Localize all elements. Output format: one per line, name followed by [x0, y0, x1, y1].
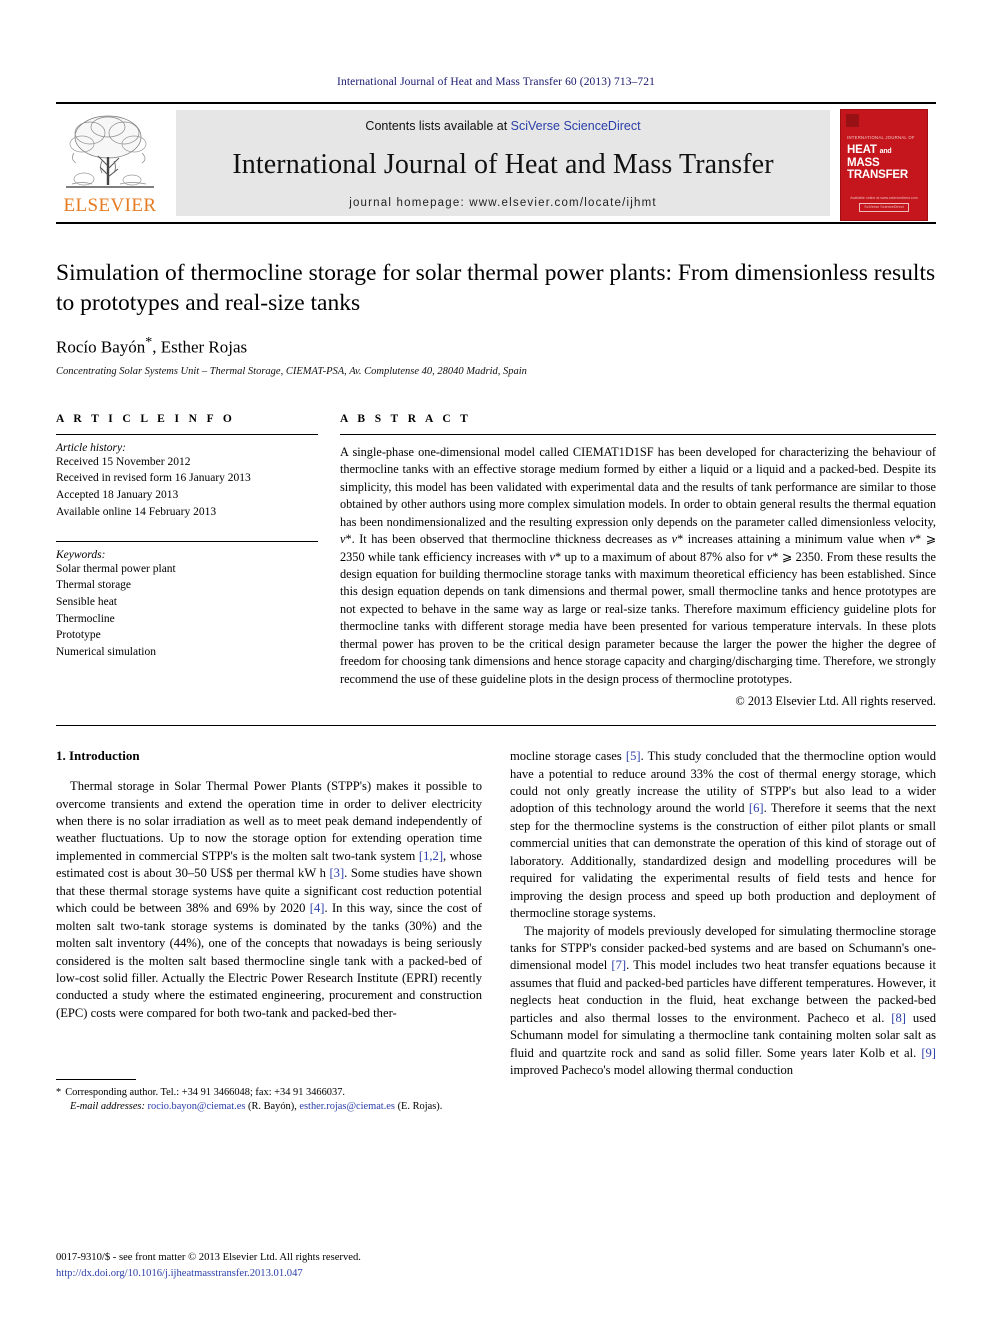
elsevier-logo: ELSEVIER	[56, 104, 164, 222]
info-abstract-row: A R T I C L E I N F O Article history: R…	[56, 413, 936, 709]
doi-link[interactable]: http://dx.doi.org/10.1016/j.ijheatmasstr…	[56, 1266, 476, 1282]
abstract-column: A B S T R A C T A single-phase one-dimen…	[340, 413, 936, 709]
running-head: International Journal of Heat and Mass T…	[337, 76, 655, 88]
cover-image: INTERNATIONAL JOURNAL OF HEAT and MASS T…	[840, 109, 928, 221]
footnote-rule	[56, 1078, 136, 1080]
dimensionless-velocity-symbol: v*	[340, 532, 352, 547]
keyword-item: Thermocline	[56, 612, 115, 625]
article-info-rule	[56, 433, 318, 435]
keyword-item: Numerical simulation	[56, 645, 156, 658]
email-label: E-mail addresses:	[70, 1100, 145, 1112]
page-footer: 0017-9310/$ - see front matter © 2013 El…	[56, 1250, 476, 1282]
contents-prefix: Contents lists available at	[365, 119, 511, 133]
cover-title-and: and	[879, 148, 892, 155]
cover-title: HEAT and MASS TRANSFER	[847, 144, 923, 182]
keywords-label: Keywords:	[56, 548, 106, 561]
citation-ref[interactable]: [1,2]	[419, 849, 443, 863]
body-columns: 1. Introduction Thermal storage in Solar…	[56, 748, 936, 1114]
cover-title-line3: TRANSFER	[847, 169, 909, 182]
abstract-rule	[340, 433, 936, 435]
dimensionless-velocity-symbol: v*	[671, 532, 684, 547]
history-online: Available online 14 February 2013	[56, 505, 217, 518]
citation-ref[interactable]: [6]	[749, 801, 764, 815]
cover-footer: Available online at www.sciencedirect.co…	[847, 196, 921, 212]
citation-ref[interactable]: [8]	[891, 1011, 906, 1025]
section-title-introduction: 1. Introduction	[56, 748, 140, 764]
email-note: E-mail addresses: rocio.bayon@ciemat.es …	[56, 1100, 482, 1114]
cover-title-line1: HEAT	[847, 144, 877, 156]
sciencedirect-link[interactable]: SciVerse ScienceDirect	[511, 119, 641, 133]
body-right-column: mocline storage cases [5]. This study co…	[510, 748, 936, 1114]
author-list: Rocío Bayón*, Esther Rojas	[56, 335, 936, 358]
cover-title-line2: MASS	[847, 156, 880, 169]
article-info-heading: A R T I C L E I N F O	[56, 412, 236, 425]
affiliation: Concentrating Solar Systems Unit – Therm…	[56, 365, 527, 377]
keywords-rule	[56, 540, 318, 542]
article-info-column: A R T I C L E I N F O Article history: R…	[56, 413, 318, 709]
dimensionless-velocity-symbol: v*	[909, 532, 922, 547]
journal-cover-thumbnail: INTERNATIONAL JOURNAL OF HEAT and MASS T…	[840, 104, 936, 222]
footnote-block: * Corresponding author. Tel.: +34 91 3466…	[56, 1078, 482, 1115]
article-history-label: Article history:	[56, 441, 126, 454]
citation-ref[interactable]: [5]	[626, 749, 641, 763]
keyword-item: Thermal storage	[56, 579, 132, 592]
abstract-text: A single-phase one-dimensional model cal…	[340, 444, 936, 686]
issn-copyright-line: 0017-9310/$ - see front matter © 2013 El…	[56, 1252, 361, 1264]
cover-elsevier-icon	[846, 114, 859, 127]
email-owner-rojas: (E. Rojas).	[397, 1100, 443, 1112]
author-first: Rocío Bayón	[56, 337, 146, 357]
elsevier-tree-icon	[66, 115, 154, 188]
elsevier-wordmark: ELSEVIER	[63, 195, 157, 216]
masthead-bottom-rule	[56, 222, 936, 224]
citation-ref[interactable]: [4]	[310, 901, 325, 915]
paragraph-text: Thermal storage in Solar Thermal Power P…	[56, 779, 482, 1020]
email-owner-bayon: (R. Bayón),	[248, 1100, 297, 1112]
body-left-column: 1. Introduction Thermal storage in Solar…	[56, 748, 482, 1114]
cover-footer-badge: SciVerse ScienceDirect	[859, 203, 909, 212]
cover-footer-text: Available online at www.sciencedirect.co…	[850, 196, 918, 201]
corresponding-author-note: * Corresponding author. Tel.: +34 91 3466…	[56, 1086, 482, 1100]
footnote-star: *	[56, 1086, 62, 1098]
journal-title: International Journal of Heat and Mass T…	[232, 149, 774, 181]
journal-homepage[interactable]: journal homepage: www.elsevier.com/locat…	[349, 197, 657, 209]
journal-banner: Contents lists available at SciVerse Sci…	[176, 110, 830, 216]
footnote-corresponding-text: Corresponding author. Tel.: +34 91 34660…	[65, 1086, 345, 1098]
citation-ref[interactable]: [3]	[329, 866, 344, 880]
dimensionless-velocity-symbol: v*	[549, 549, 562, 564]
keyword-item: Sensible heat	[56, 595, 117, 608]
paragraph-text: The majority of models previously develo…	[510, 923, 937, 1078]
body-paragraph: Thermal storage in Solar Thermal Power P…	[56, 778, 482, 1022]
body-paragraph: The majority of models previously develo…	[510, 923, 936, 1080]
history-revised: Received in revised form 16 January 2013	[56, 472, 251, 485]
keywords-block: Keywords: Solar thermal power plant Ther…	[56, 549, 318, 661]
email-link-bayon[interactable]: rocio.bayon@ciemat.es	[148, 1101, 246, 1112]
article-page: International Journal of Heat and Mass T…	[0, 0, 992, 1323]
keyword-item: Prototype	[56, 629, 101, 642]
citation-ref[interactable]: [9]	[921, 1046, 936, 1060]
history-accepted: Accepted 18 January 2013	[56, 489, 179, 502]
keyword-item: Solar thermal power plant	[56, 562, 176, 575]
cover-overline: INTERNATIONAL JOURNAL OF	[847, 135, 915, 140]
author-rest: , Esther Rojas	[152, 337, 248, 357]
body-paragraph: mocline storage cases [5]. This study co…	[510, 748, 936, 922]
journal-masthead: ELSEVIER Contents lists available at Sci…	[56, 102, 936, 222]
abstract-copyright: © 2013 Elsevier Ltd. All rights reserved…	[735, 694, 936, 709]
title-block: Simulation of thermocline storage for so…	[56, 258, 936, 377]
abstract-bottom-rule	[56, 725, 936, 727]
history-received: Received 15 November 2012	[56, 455, 191, 468]
contents-available-line: Contents lists available at SciVerse Sci…	[365, 119, 640, 133]
abstract-heading: A B S T R A C T	[340, 412, 472, 425]
dimensionless-velocity-symbol: v*	[766, 549, 779, 564]
citation-ref[interactable]: [7]	[611, 958, 626, 972]
paragraph-text: mocline storage cases [5]. This study co…	[510, 749, 936, 921]
article-title: Simulation of thermocline storage for so…	[56, 260, 936, 317]
email-link-rojas[interactable]: esther.rojas@ciemat.es	[299, 1101, 395, 1112]
